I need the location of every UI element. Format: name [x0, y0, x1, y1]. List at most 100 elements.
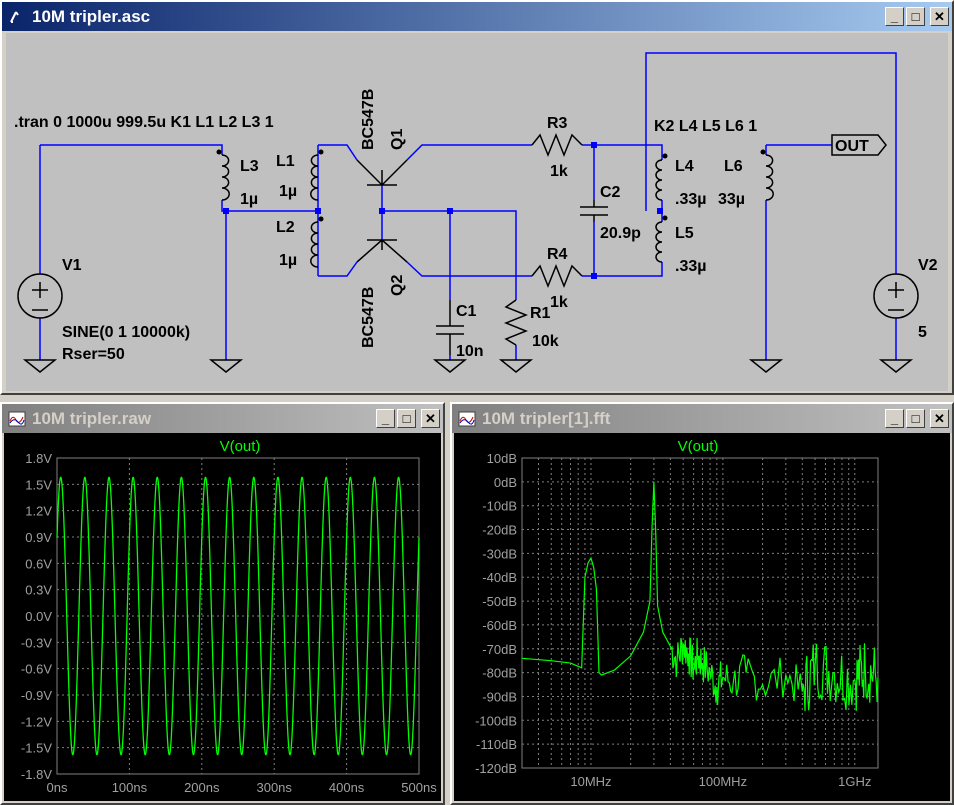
- ground-symbol: [878, 359, 914, 373]
- minimize-icon: _: [890, 9, 899, 24]
- l1-symbol[interactable]: [310, 154, 319, 201]
- l1-name: L1: [276, 153, 295, 170]
- l5-symbol[interactable]: [655, 221, 663, 263]
- junction-dot: [379, 208, 385, 214]
- close-icon: ✕: [934, 411, 945, 426]
- minimize-button[interactable]: _: [885, 7, 904, 26]
- close-button[interactable]: ✕: [421, 409, 440, 428]
- v1-name: V1: [62, 257, 82, 274]
- l6-symbol[interactable]: [765, 154, 774, 201]
- l5-value: .33µ: [675, 258, 706, 275]
- l4-symbol[interactable]: [655, 159, 663, 201]
- x-tick-label: 400ns: [329, 780, 365, 795]
- waveform-window: 10M tripler.raw _ □ ✕ V(out) 1.8V 1.5V 1.2…: [0, 402, 445, 805]
- c2-name: C2: [600, 184, 621, 201]
- x-tick-label: 100MHz: [699, 774, 747, 789]
- maximize-icon: □: [402, 411, 411, 426]
- junction-dot: [591, 142, 597, 148]
- y-tick-label: -20dB: [482, 523, 517, 538]
- q1-symbol[interactable]: [356, 159, 408, 186]
- polarity-dot: [760, 149, 766, 155]
- trace-name[interactable]: V(out): [678, 438, 719, 455]
- junction-dot: [223, 208, 229, 214]
- q1-model: BC547B: [360, 89, 377, 150]
- minimize-button[interactable]: _: [885, 409, 904, 428]
- polarity-dot: [662, 153, 668, 159]
- q1-name: Q1: [389, 129, 406, 150]
- l5-name: L5: [675, 225, 694, 242]
- y-tick-label: -100dB: [475, 713, 517, 728]
- y-tick-label: -60dB: [482, 618, 517, 633]
- plot-frame: [521, 457, 879, 769]
- y-tick-label: 0.3V: [25, 583, 52, 598]
- c2-symbol[interactable]: [580, 200, 608, 222]
- ground-symbol: [432, 359, 468, 373]
- l2-value: 1µ: [279, 252, 297, 269]
- y-tick-label: -1.2V: [21, 714, 52, 729]
- waveform-plot[interactable]: V(out) 1.8V 1.5V 1.2V 0.9V 0.6V 0.3V 0.0V -0.3V…: [4, 433, 441, 801]
- x-tick-label: 300ns: [256, 780, 292, 795]
- l2-symbol[interactable]: [310, 221, 319, 268]
- y-tick-label: -0.9V: [21, 688, 52, 703]
- ground-symbol: [498, 359, 534, 373]
- v1-value: SINE(0 1 10000k): [62, 324, 190, 341]
- plus-minus-mark: [888, 282, 904, 311]
- polarity-dot: [318, 149, 324, 155]
- r1-symbol[interactable]: [503, 299, 529, 346]
- maximize-button[interactable]: □: [906, 409, 925, 428]
- r4-name: R4: [547, 246, 568, 263]
- schematic-app-icon: [10, 10, 19, 23]
- wire: [450, 210, 517, 300]
- r3-value: 1k: [550, 163, 568, 180]
- x-tick-label: 100ns: [112, 780, 148, 795]
- r1-name: R1: [530, 305, 551, 322]
- wire: [406, 144, 532, 161]
- c2-value: 20.9p: [600, 225, 641, 242]
- polarity-dot: [216, 149, 222, 155]
- y-tick-label: 0dB: [494, 475, 517, 490]
- maximize-button[interactable]: □: [906, 7, 925, 26]
- close-button[interactable]: ✕: [930, 409, 949, 428]
- r4-symbol[interactable]: [531, 263, 583, 289]
- trace-name[interactable]: V(out): [220, 438, 261, 455]
- q2-symbol[interactable]: [356, 239, 408, 263]
- fft-titlebar[interactable]: 10M tripler[1].fft _ □ ✕: [452, 404, 952, 433]
- y-tick-label: -40dB: [482, 570, 517, 585]
- trace-line: [521, 481, 879, 712]
- y-tick-label: -30dB: [482, 546, 517, 561]
- l3-name: L3: [240, 158, 259, 175]
- y-tick-label: 1.8V: [25, 451, 52, 466]
- plus-minus-mark: [32, 282, 48, 311]
- close-button[interactable]: ✕: [930, 7, 949, 26]
- q2-name: Q2: [389, 275, 406, 296]
- window-title: 10M tripler.raw: [32, 408, 152, 428]
- v1-rser: Rser=50: [62, 346, 125, 363]
- r3-symbol[interactable]: [531, 132, 583, 158]
- r1-value: 10k: [532, 333, 559, 350]
- l3-value: 1µ: [240, 191, 258, 208]
- minimize-icon: _: [890, 411, 899, 426]
- y-tick-label: -50dB: [482, 594, 517, 609]
- c1-value: 10n: [456, 343, 484, 360]
- fft-plot[interactable]: V(out) 10dB 0dB -10dB -20dB -30dB -40dB -50dB -…: [454, 433, 950, 801]
- schematic-canvas[interactable]: .tran 0 1000u 999.5u K1 L1 L2 L3 1 K2 L4…: [6, 33, 948, 391]
- waveform-titlebar[interactable]: 10M tripler.raw _ □ ✕: [2, 404, 443, 433]
- schematic-titlebar[interactable]: 10M tripler.asc _ □ ✕: [2, 2, 952, 31]
- y-tick-label: -0.6V: [21, 662, 52, 677]
- wire: [221, 200, 318, 212]
- x-tick-label: 200ns: [184, 780, 220, 795]
- k2-directive[interactable]: K2 L4 L5 L6 1: [654, 118, 757, 135]
- x-tick-label: 0ns: [47, 780, 68, 795]
- window-title: 10M tripler.asc: [32, 6, 151, 26]
- minimize-icon: _: [381, 411, 390, 426]
- minimize-button[interactable]: _: [376, 409, 395, 428]
- waveform-app-icon: [8, 411, 26, 426]
- junction-dot: [591, 273, 597, 279]
- x-tick-label: 500ns: [401, 780, 437, 795]
- tran-directive[interactable]: .tran 0 1000u 999.5u K1 L1 L2 L3 1: [14, 114, 274, 131]
- wire: [406, 261, 532, 277]
- maximize-button[interactable]: □: [397, 409, 416, 428]
- y-tick-label: 10dB: [487, 451, 517, 466]
- l3-symbol[interactable]: [221, 154, 230, 201]
- x-tick-label: 1GHz: [838, 774, 871, 789]
